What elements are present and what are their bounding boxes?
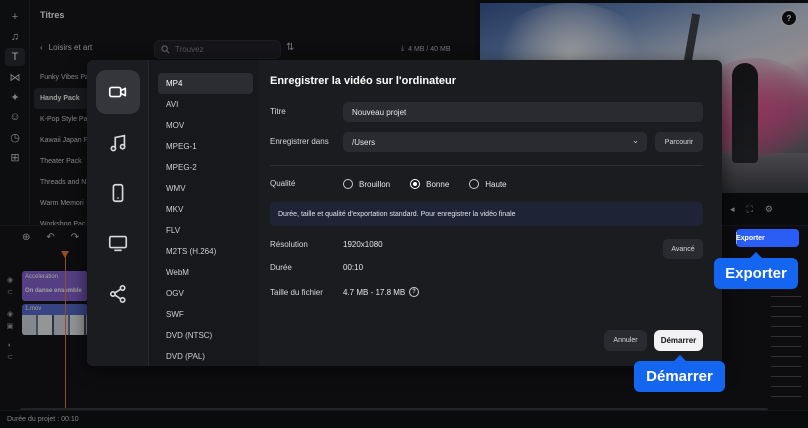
radio-selected-icon [410,179,421,189]
quality-label: Qualité [270,179,296,188]
save-in-value: /Users [352,137,376,147]
save-in-label: Enregistrer dans [270,137,329,146]
info-icon[interactable]: ? [409,287,419,297]
filesize-label: Taille du fichier [270,288,323,297]
quality-option-haute[interactable]: Haute [469,179,507,189]
resolution-label: Résolution [270,240,308,249]
quality-radio-group: Brouillon Bonne Haute [343,179,507,189]
browse-button[interactable]: Parcourir [655,132,703,152]
duration-value: 00:10 [343,263,364,272]
radio-icon [469,179,480,189]
dialog-title: Enregistrer la vidéo sur l'ordinateur [270,75,457,87]
quality-option-brouillon[interactable]: Brouillon [343,179,390,189]
export-form: Enregistrer la vidéo sur l'ordinateur Ti… [270,60,710,366]
export-button-label: Exporter [736,234,765,242]
resolution-value: 1920x1080 [343,240,383,249]
quality-option-bonne[interactable]: Bonne [410,179,449,189]
music-note-icon[interactable] [96,121,140,165]
format-item-ogv[interactable]: OGV [158,283,253,304]
monitor-icon[interactable] [96,221,140,265]
format-item-webm[interactable]: WebM [158,262,253,283]
title-label: Titre [270,107,286,116]
format-item-avi[interactable]: AVI [158,94,253,115]
format-item-mkv[interactable]: MKV [158,199,253,220]
advanced-button[interactable]: Avancé [663,239,703,259]
quality-info: Durée, taille et qualité d'exportation s… [270,202,703,226]
export-dialog: MP4 AVI MOV MPEG-1 MPEG-2 WMV MKV FLV M2… [87,60,722,366]
export-button[interactable]: Exporter ⌄ [736,229,799,247]
format-item-wmv[interactable]: WMV [158,178,253,199]
title-input[interactable] [352,107,703,117]
title-field[interactable] [343,102,703,122]
filesize-value: 4.7 MB - 17.8 MB [343,288,406,297]
chevron-down-icon: ⌄ [632,136,639,145]
exporter-callout: Exporter [714,252,798,289]
format-item-dvd-pal[interactable]: DVD (PAL) [158,346,253,366]
category-column [87,60,149,366]
format-item-dvd-ntsc[interactable]: DVD (NTSC) [158,325,253,346]
format-item-swf[interactable]: SWF [158,304,253,325]
format-item-mp4[interactable]: MP4 [158,73,253,94]
demarrer-callout: Démarrer [634,355,725,392]
cancel-button[interactable]: Annuler [604,330,647,351]
divider [270,165,703,166]
format-item-mpeg2[interactable]: MPEG-2 [158,157,253,178]
start-button[interactable]: Démarrer [654,330,703,351]
format-item-mov[interactable]: MOV [158,115,253,136]
duration-label: Durée [270,263,292,272]
video-camera-icon[interactable] [96,70,140,114]
format-item-mpeg1[interactable]: MPEG-1 [158,136,253,157]
format-item-m2ts[interactable]: M2TS (H.264) [158,241,253,262]
smartphone-icon[interactable] [96,171,140,215]
format-list: MP4 AVI MOV MPEG-1 MPEG-2 WMV MKV FLV M2… [149,60,259,366]
format-item-flv[interactable]: FLV [158,220,253,241]
save-in-select[interactable]: /Users ⌄ [343,132,647,152]
radio-icon [343,179,353,189]
share-icon[interactable] [96,272,140,316]
